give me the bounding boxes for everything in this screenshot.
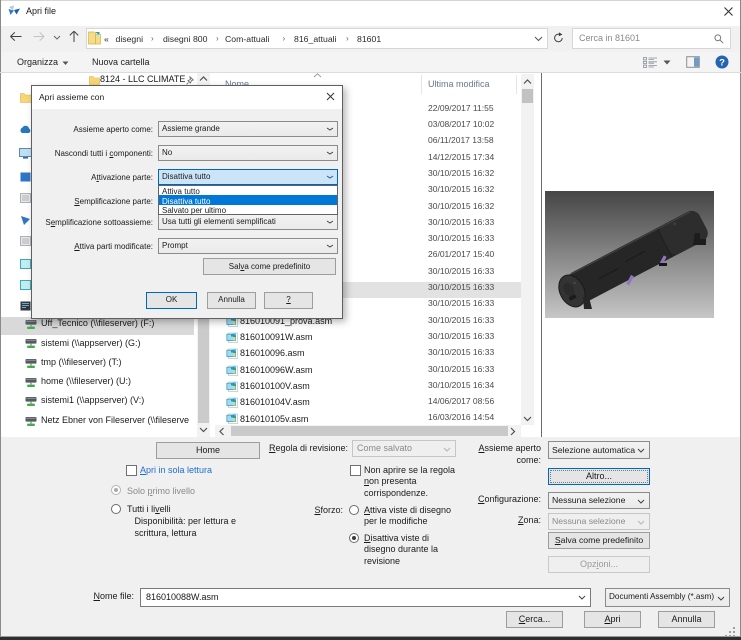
svg-text:?: ? [719, 57, 725, 68]
